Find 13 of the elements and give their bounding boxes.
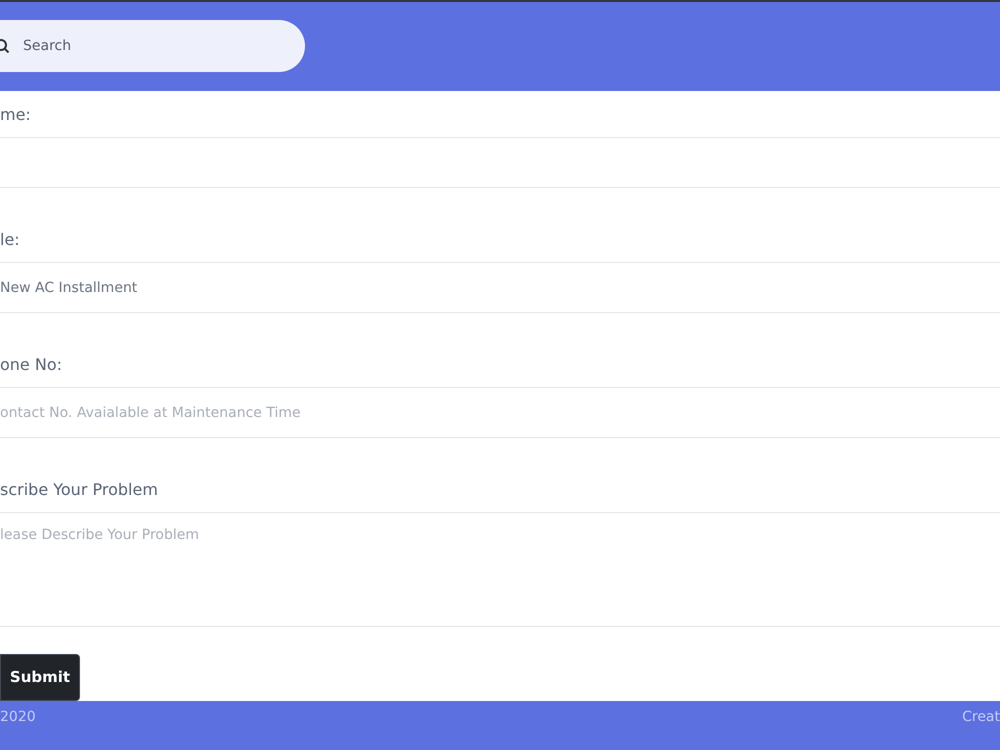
submit-button[interactable]: Submit — [0, 654, 80, 701]
field-label: one No: — [0, 354, 64, 376]
input-field[interactable] — [0, 137, 1000, 188]
search-icon — [0, 38, 10, 52]
field-label: me: — [0, 104, 32, 126]
field-label: scribe Your Problem — [0, 479, 159, 501]
footer-text: Creat — [962, 708, 1000, 727]
input-field[interactable]: New AC Installment — [0, 262, 1000, 313]
footer-text: 2020 — [0, 708, 36, 727]
field-label: le: — [0, 229, 21, 251]
input-field[interactable]: ontact No. Avaialable at Maintenance Time — [0, 387, 1000, 438]
search-field[interactable]: Search — [0, 20, 305, 72]
text-area[interactable]: lease Describe Your Problem — [0, 512, 1000, 627]
